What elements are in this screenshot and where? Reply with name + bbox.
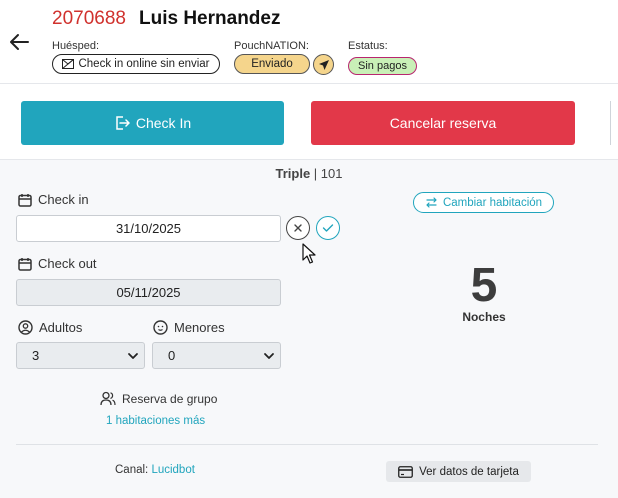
checkout-label: Check out [18,256,97,271]
adults-select[interactable]: 3 [16,342,145,369]
channel-link[interactable]: Lucidbot [151,464,194,476]
adults-select-value: 3 [32,348,40,363]
adults-label: Adultos [18,320,82,335]
view-card-data-button[interactable]: Ver datos de tarjeta [386,461,531,482]
back-arrow-icon[interactable] [8,30,32,54]
nights-count: 5 [470,259,498,312]
room-number: 101 [320,166,343,181]
mouse-cursor-icon [302,243,316,264]
payment-status-badge: Sin pagos [348,57,417,75]
minors-label: Menores [153,320,225,335]
adults-label-text: Adultos [39,320,83,335]
channel-label: Canal: [115,464,152,476]
close-icon [294,224,302,232]
online-checkin-status-text: Check in online sin enviar [78,58,210,70]
minors-select-value: 0 [168,348,176,363]
guest-label: Huésped: [52,40,100,52]
view-card-data-label: Ver datos de tarjeta [419,465,519,478]
pouchnation-status-pill: Enviado [234,54,310,74]
checkout-date-input: 05/11/2025 [16,279,281,306]
booking-channel: Canal: Lucidbot [115,464,195,476]
pouchnation-label: PouchNATION: [234,40,309,52]
checkin-label-text: Check in [38,192,89,207]
group-reservation-label: Reserva de grupo [122,391,218,406]
section-divider [16,444,598,445]
change-room-button[interactable]: Cambiar habitación [413,192,554,213]
room-type: Triple [275,166,311,181]
reservation-number: 2070688 [52,8,126,29]
confirm-date-edit-button[interactable] [316,216,340,240]
change-room-label: Cambiar habitación [442,196,543,209]
nights-label: Noches [462,310,506,324]
check-icon [322,224,334,232]
online-checkin-status-pill[interactable]: Check in online sin enviar [52,54,220,74]
checkin-date-input[interactable]: 31/10/2025 [16,215,281,242]
mail-off-icon [62,59,75,69]
chevron-down-icon [128,353,138,359]
minors-select[interactable]: 0 [152,342,281,369]
room-info: Triple | 101 [0,166,618,181]
users-icon [100,391,116,406]
room-separator: | [310,166,321,181]
calendar-icon [18,193,32,207]
baby-icon [153,320,168,335]
send-icon [318,59,329,70]
check-in-button-label: Check In [135,115,192,131]
swap-icon [426,197,437,208]
status-label: Estatus: [348,40,388,52]
chevron-down-icon [264,353,274,359]
cancel-reservation-button[interactable]: Cancelar reserva [311,101,575,145]
checkout-label-text: Check out [38,256,97,271]
send-button[interactable] [313,54,334,75]
cancel-reservation-label: Cancelar reserva [389,115,497,131]
user-circle-icon [18,320,33,335]
guest-name: Luis Hernandez [139,8,281,29]
checkin-label: Check in [18,192,89,207]
login-icon [116,116,130,130]
credit-card-icon [398,465,414,478]
action-divider [610,101,611,145]
minors-label-text: Menores [174,320,225,335]
group-reservation: Reserva de grupo [100,391,217,406]
calendar-icon [18,257,32,271]
group-rooms-link[interactable]: 1 habitaciones más [106,415,205,427]
check-in-button[interactable]: Check In [21,101,284,145]
cancel-date-edit-button[interactable] [286,216,310,240]
